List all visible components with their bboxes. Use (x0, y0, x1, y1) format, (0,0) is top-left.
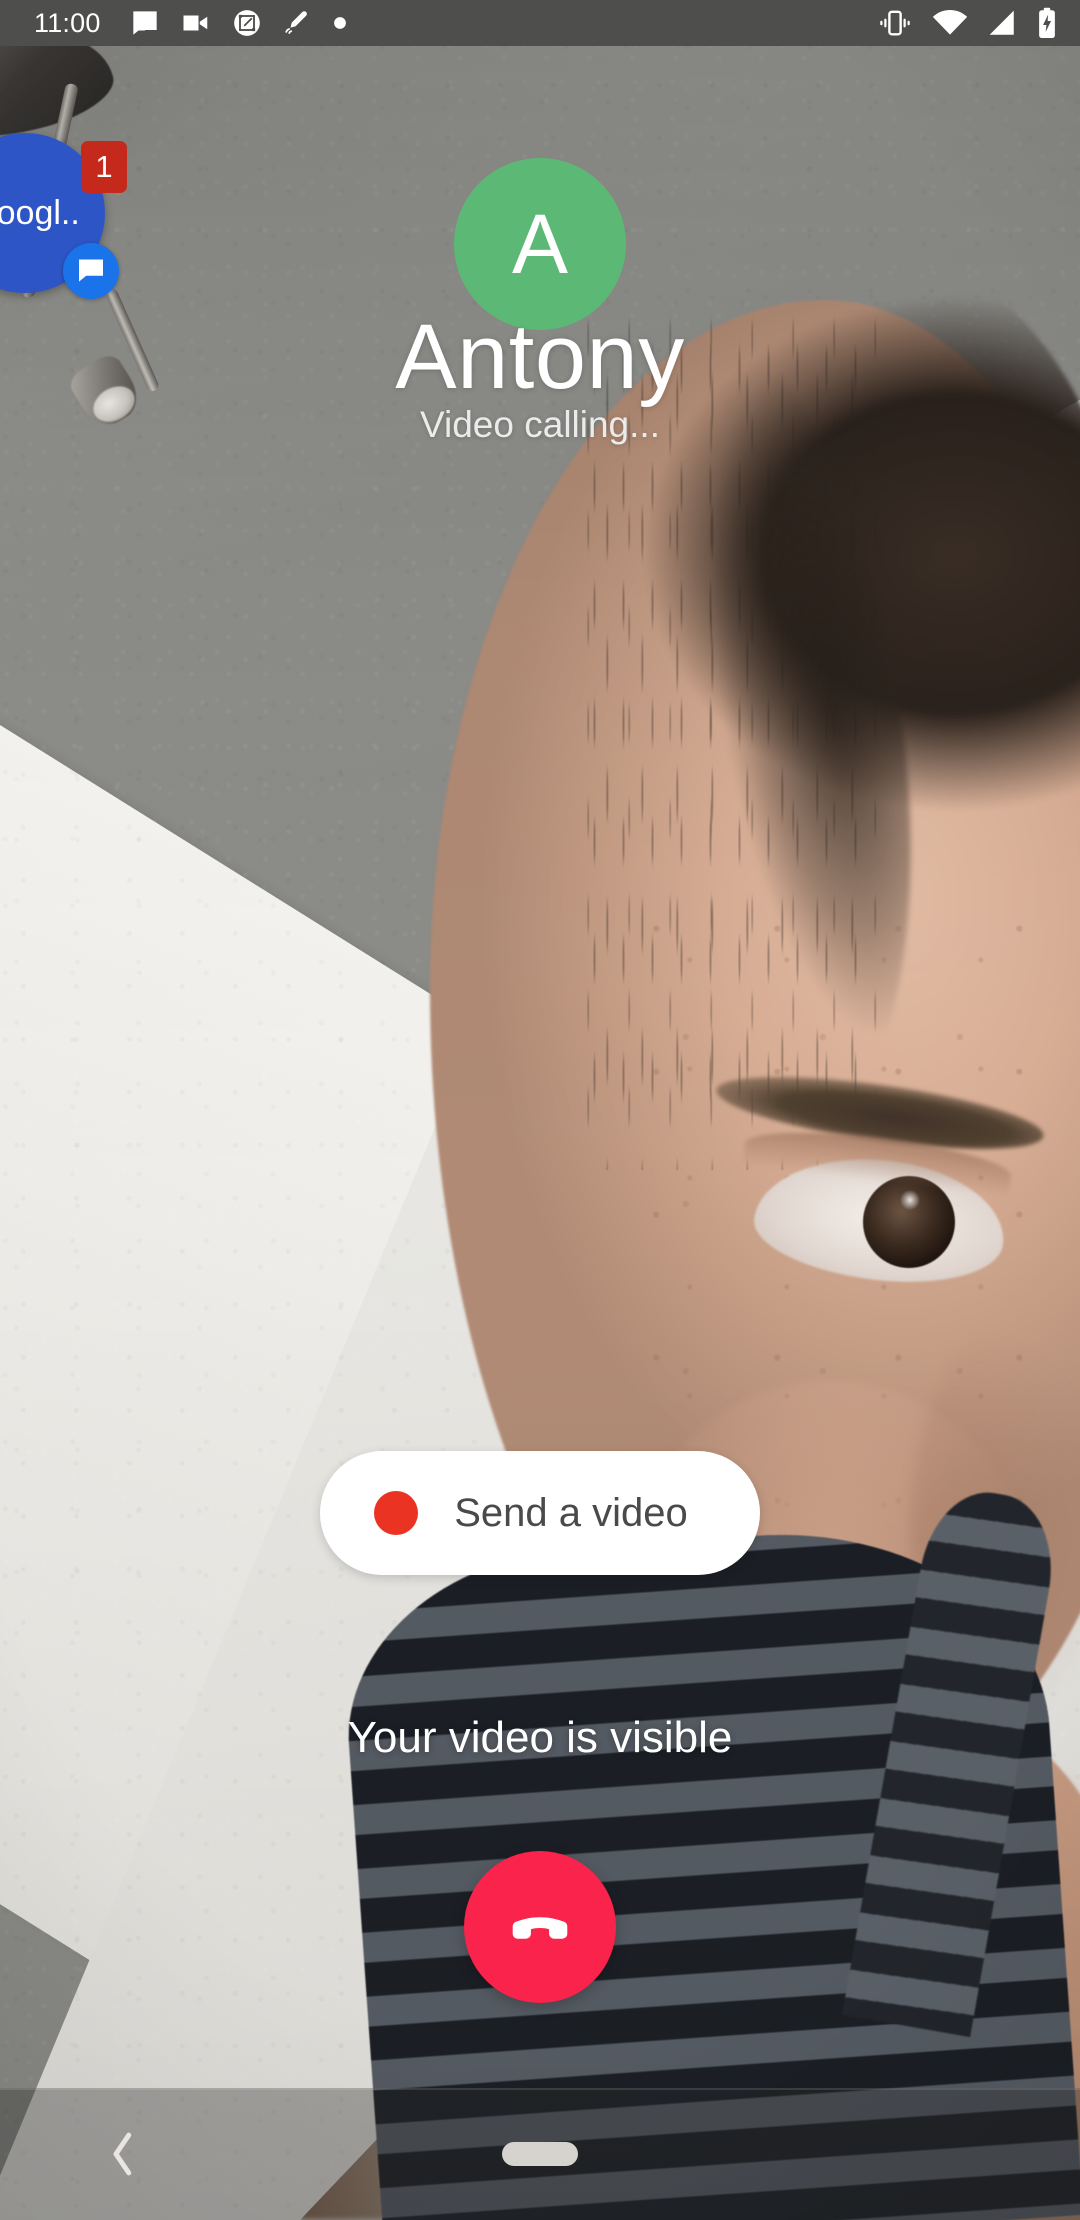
record-dot-icon (374, 1491, 418, 1535)
more-notifications-dot-icon (333, 17, 346, 29)
call-overlay: A Antony Video calling... Send a video Y… (0, 0, 1080, 2220)
video-call-screen: 11:00 oogl.. 1 A Antony Video calling...… (0, 0, 1080, 2220)
system-status-icons (876, 7, 1058, 39)
video-camera-icon (183, 15, 207, 31)
battery-charging-icon (1039, 7, 1055, 39)
nav-bar-divider (0, 2088, 1080, 2090)
wifi-icon (932, 9, 968, 35)
screenshot-markup-icon (233, 10, 260, 36)
messages-icon (132, 11, 157, 35)
system-navigation-bar (0, 2088, 1080, 2220)
nav-back-button[interactable] (96, 2127, 150, 2181)
chat-head-label: Googl.. (0, 193, 80, 232)
chat-head-app-badge (63, 243, 119, 299)
nav-home-indicator[interactable] (502, 2142, 578, 2166)
send-a-video-label: Send a video (454, 1490, 688, 1535)
caller-name: Antony (395, 306, 685, 408)
status-bar-clock: 11:00 (34, 7, 101, 38)
notification-icons (131, 9, 347, 37)
chevron-left-icon (113, 2132, 132, 2176)
chat-head-unread-badge: 1 (81, 141, 127, 193)
messages-icon (79, 259, 103, 282)
call-status-text: Video calling... (420, 404, 660, 445)
ringer-vibrate-icon (880, 10, 910, 36)
chat-head-bubble[interactable]: Googl.. 1 (0, 133, 127, 299)
end-call-button[interactable] (464, 1851, 616, 2003)
call-end-icon (512, 1917, 568, 1939)
vibrate-alert-icon (284, 11, 307, 34)
cellular-signal-icon (989, 10, 1014, 35)
avatar-initial: A (511, 197, 569, 291)
video-visible-status: Your video is visible (347, 1713, 733, 1762)
status-bar: 11:00 (0, 0, 1080, 46)
send-a-video-button[interactable]: Send a video (320, 1451, 760, 1575)
